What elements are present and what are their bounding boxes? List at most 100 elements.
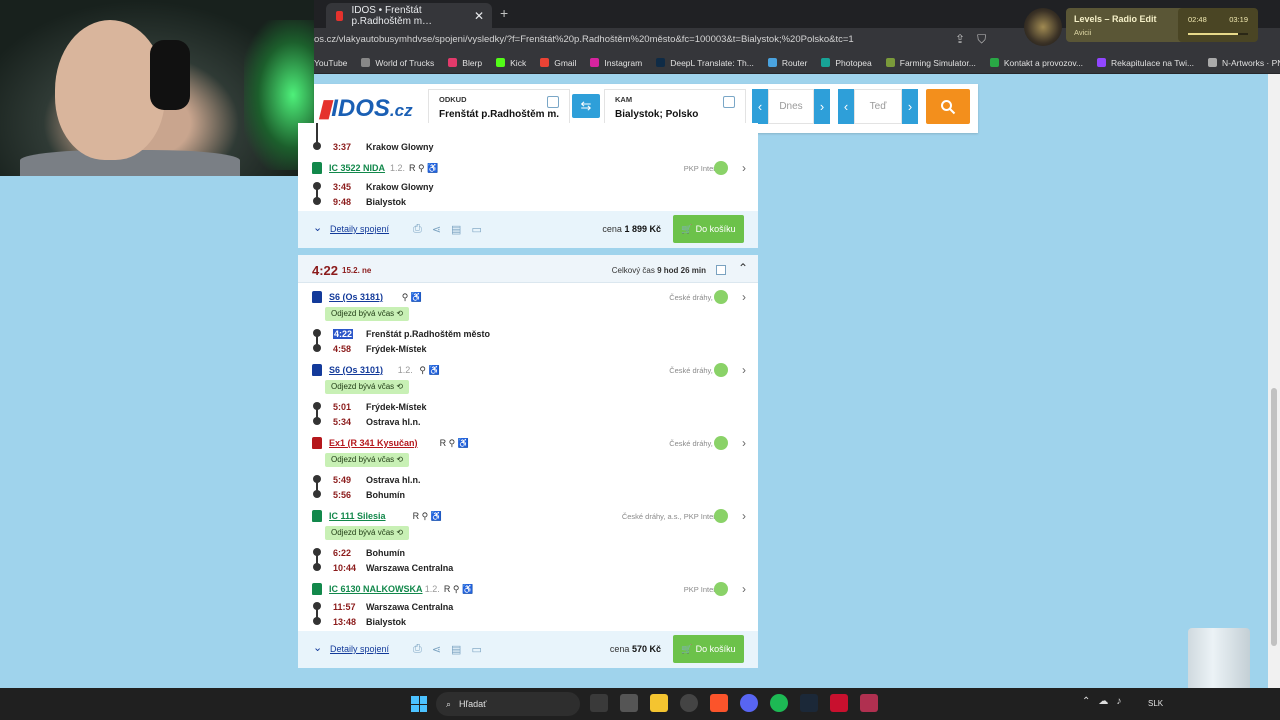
taskbar-search[interactable]: ⌕ Hľadať: [436, 692, 580, 716]
stop-name: Ostrava hl.n.: [366, 417, 421, 427]
train-link[interactable]: S6 (Os 3101): [329, 365, 383, 375]
map-icon[interactable]: ▤: [451, 223, 461, 236]
cloud-icon[interactable]: ☁: [1098, 696, 1108, 707]
map-icon[interactable]: [723, 96, 735, 108]
basket-icon[interactable]: [714, 509, 728, 523]
windows-start-icon[interactable]: [411, 696, 427, 712]
time-next-button[interactable]: ›: [902, 89, 918, 124]
bookmark-n-artworks[interactable]: N-Artworks · PNG: [1208, 58, 1280, 68]
date-next-button[interactable]: ›: [814, 89, 830, 124]
from-field[interactable]: ODKUD Frenštát p.Radhoštěm m...: [428, 89, 570, 124]
bookmark-kick[interactable]: Kick: [496, 58, 526, 68]
stop-name: Ostrava hl.n.: [366, 475, 421, 485]
app-icon[interactable]: [830, 694, 848, 712]
new-tab-button[interactable]: +: [500, 5, 508, 21]
app-icon[interactable]: [620, 694, 638, 712]
task-view-icon[interactable]: [590, 694, 608, 712]
bookmark-icon: [1097, 58, 1107, 67]
basket-icon[interactable]: [714, 436, 728, 450]
chevron-right-icon[interactable]: ›: [742, 582, 746, 596]
mic-icon[interactable]: ♪: [1116, 696, 1121, 707]
url-field[interactable]: os.cz/vlakyautobusymhdvse/spojeni/vysled…: [314, 34, 854, 45]
now-playing-widget: Levels – Radio Edit Avicii 02:48 03:19: [1020, 5, 1260, 46]
print-icon[interactable]: ⎙: [413, 223, 422, 236]
chevron-up-icon[interactable]: ⌃: [1082, 696, 1090, 707]
compare-checkbox[interactable]: [716, 265, 726, 275]
chevron-down-icon[interactable]: ⌄: [313, 641, 322, 654]
spotify-icon[interactable]: [770, 694, 788, 712]
details-link[interactable]: Detaily spojení: [330, 224, 389, 234]
details-link[interactable]: Detaily spojení: [330, 644, 389, 654]
connection-header[interactable]: 4:22 15.2. ne Celkový čas 9 hod 26 min ⌃: [298, 255, 758, 283]
bike-icon: ⚲: [401, 292, 409, 302]
chevron-right-icon[interactable]: ›: [742, 161, 746, 175]
cart-icon: 🛒: [681, 223, 693, 234]
share-icon[interactable]: ⋖: [432, 223, 441, 236]
train-tags: 1.2. R ⚲ ♿: [424, 584, 474, 594]
swap-button[interactable]: ⇆: [572, 94, 600, 118]
browser-tab-idos[interactable]: IDOS • Frenštát p.Radhoštěm m… ✕: [326, 3, 492, 28]
train-link[interactable]: IC 3522 NIDA: [329, 163, 385, 173]
discord-icon[interactable]: [740, 694, 758, 712]
print-icon[interactable]: ⎙: [413, 643, 422, 656]
chevron-up-icon[interactable]: ⌃: [738, 261, 748, 275]
date-field[interactable]: Dnes: [768, 89, 814, 124]
ticket-icon[interactable]: ▭: [471, 643, 481, 656]
bookmark-kontakt[interactable]: Kontakt a provozov...: [989, 58, 1083, 68]
ticket-icon[interactable]: ▭: [471, 223, 481, 236]
share-icon[interactable]: ⇪: [955, 32, 965, 47]
basket-icon[interactable]: [714, 363, 728, 377]
date-prev-button[interactable]: ‹: [752, 89, 768, 124]
idos-logo[interactable]: ▮IDOS.cz: [318, 94, 413, 123]
add-to-cart-button[interactable]: 🛒 Do košíku: [673, 635, 744, 663]
search-button[interactable]: [926, 89, 970, 124]
tab-close-icon[interactable]: ✕: [474, 9, 484, 23]
scrollbar-thumb[interactable]: [1271, 388, 1277, 646]
train-link[interactable]: IC 6130 NALKOWSKA: [329, 584, 423, 594]
bookmark-icon: [496, 58, 506, 67]
steam-icon[interactable]: [800, 694, 818, 712]
bookmark-youtube[interactable]: YouTube: [314, 58, 347, 68]
language-indicator[interactable]: SLK: [1148, 699, 1163, 708]
train-link[interactable]: Ex1 (R 341 Kysučan): [329, 438, 418, 448]
bookmark-photopea[interactable]: Photopea: [821, 58, 872, 68]
bookmark-blerp[interactable]: Blerp: [448, 58, 482, 68]
add-to-cart-button[interactable]: 🛒 Do košíku: [673, 215, 744, 243]
basket-icon[interactable]: [714, 161, 728, 175]
bookmark-twitch[interactable]: Rekapitulace na Twi...: [1097, 58, 1194, 68]
time-prev-button[interactable]: ‹: [838, 89, 854, 124]
bookmark-farming-simulator[interactable]: Farming Simulator...: [885, 58, 976, 68]
bookmark-deepl[interactable]: DeepL Translate: Th...: [656, 58, 754, 68]
brave-shield-icon[interactable]: ⛉: [977, 32, 986, 47]
basket-icon[interactable]: [714, 582, 728, 596]
chevron-right-icon[interactable]: ›: [742, 363, 746, 377]
page-scrollbar[interactable]: [1268, 74, 1280, 688]
map-icon[interactable]: ▤: [451, 643, 461, 656]
stop-time: 4:22: [333, 329, 354, 339]
stop-name: Frenštát p.Radhoštěm město: [366, 329, 491, 339]
obs-icon[interactable]: [680, 694, 698, 712]
train-link[interactable]: IC 111 Silesia: [329, 511, 386, 521]
stop-time: 5:01: [333, 402, 352, 412]
tab-title: IDOS • Frenštát p.Radhoštěm m…: [351, 4, 433, 27]
stop-name: Frýdek-Místek: [366, 344, 427, 354]
chevron-right-icon[interactable]: ›: [742, 290, 746, 304]
chevron-right-icon[interactable]: ›: [742, 436, 746, 450]
app-icon[interactable]: [860, 694, 878, 712]
clock-icon: ⟲: [396, 455, 404, 464]
chevron-right-icon[interactable]: ›: [742, 509, 746, 523]
share-icon[interactable]: ⋖: [432, 643, 441, 656]
basket-icon[interactable]: [714, 290, 728, 304]
chevron-down-icon[interactable]: ⌄: [313, 221, 322, 234]
map-icon[interactable]: [547, 96, 559, 108]
bookmark-gmail[interactable]: Gmail: [540, 58, 576, 68]
time-field[interactable]: Teď: [854, 89, 902, 124]
wheelchair-icon: ♿: [461, 584, 474, 594]
bookmark-instagram[interactable]: Instagram: [590, 58, 642, 68]
file-explorer-icon[interactable]: [650, 694, 668, 712]
train-link[interactable]: S6 (Os 3181): [329, 292, 383, 302]
bookmark-router[interactable]: Router: [767, 58, 807, 68]
to-field[interactable]: KAM Bialystok; Polsko: [604, 89, 746, 124]
brave-icon[interactable]: [710, 694, 728, 712]
bookmark-world-of-trucks[interactable]: World of Trucks: [361, 58, 434, 68]
